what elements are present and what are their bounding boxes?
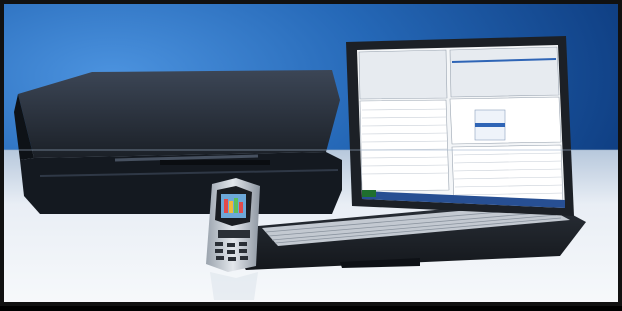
- mobile-phone: [206, 178, 260, 300]
- product-photo-illustration: [0, 0, 622, 306]
- start-button-graphic: [362, 190, 376, 197]
- product-photo: [0, 0, 622, 306]
- carrying-case: [14, 70, 342, 214]
